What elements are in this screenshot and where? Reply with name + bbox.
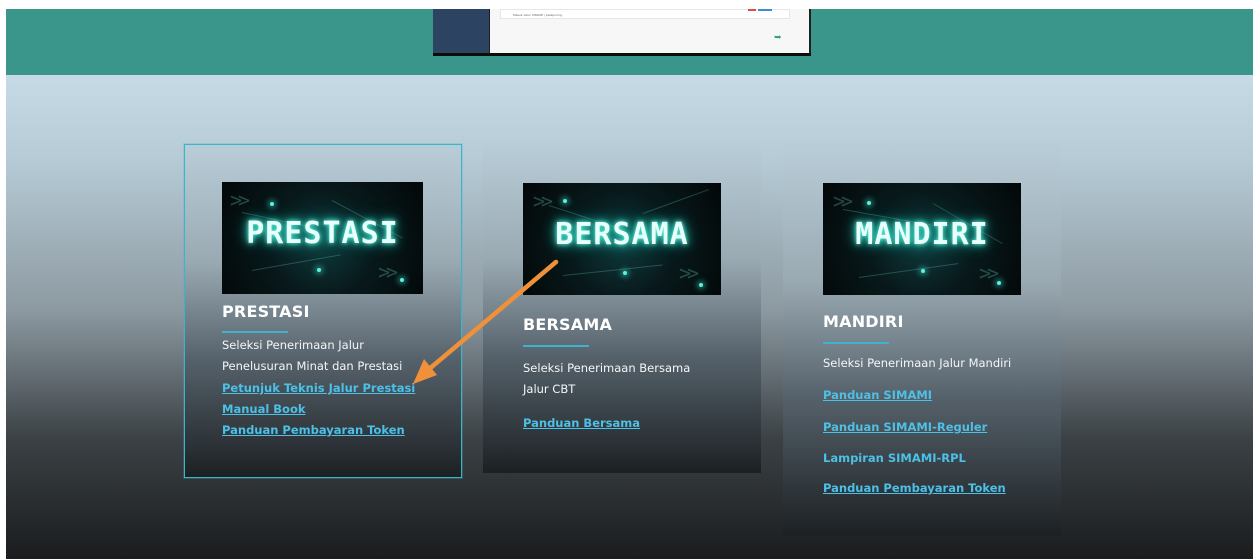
preview-panel: Masuk Akun SIMAMI / pelaporing: [500, 9, 790, 19]
link-panduan-pembayaran-token[interactable]: Panduan Pembayaran Token: [823, 481, 1006, 495]
preview-red-button: [748, 9, 756, 11]
description-line: Seleksi Penerimaan Jalur Mandiri: [823, 356, 1012, 370]
chevron-icon: >>: [679, 261, 699, 285]
chevron-icon: >>: [979, 261, 999, 285]
chevron-icon: >>: [533, 189, 553, 213]
card-bersama: >> >> BERSAMA BERSAMA Seleksi Penerimaan…: [483, 143, 761, 473]
card-description: Seleksi Penerimaan Jalur Penelusuran Min…: [222, 335, 402, 377]
bersama-banner-text: BERSAMA: [555, 217, 689, 252]
card-title: MANDIRI: [823, 312, 904, 331]
card-title: PRESTASI: [222, 302, 310, 321]
link-panduan-pembayaran-token[interactable]: Panduan Pembayaran Token: [222, 423, 405, 437]
preview-content: Masuk Akun SIMAMI / pelaporing ➥: [490, 9, 809, 53]
preview-blue-button: [758, 9, 772, 11]
chevron-icon: >>: [378, 260, 398, 284]
prestasi-banner-text: PRESTASI: [246, 216, 399, 251]
header-band: Masuk Akun SIMAMI / pelaporing ➥: [6, 9, 1253, 75]
preview-caption: Masuk Akun SIMAMI / pelaporing: [513, 13, 562, 17]
prestasi-banner-image: >> >> PRESTASI: [222, 182, 423, 294]
lampiran-simami-rpl[interactable]: Lampiran SIMAMI-RPL: [823, 451, 966, 465]
link-panduan-bersama[interactable]: Panduan Bersama: [523, 416, 640, 430]
preview-logo-icon: ➥: [774, 33, 782, 43]
card-mandiri: >> >> MANDIRI MANDIRI Seleksi Penerimaan…: [783, 143, 1061, 536]
bersama-banner-image: >> >> BERSAMA: [523, 183, 721, 295]
card-title: BERSAMA: [523, 315, 613, 334]
link-manual-book[interactable]: Manual Book: [222, 402, 306, 416]
link-panduan-simami-reguler[interactable]: Panduan SIMAMI-Reguler: [823, 420, 987, 434]
title-divider: [222, 331, 288, 333]
description-line: Penelusuran Minat dan Prestasi: [222, 359, 403, 373]
chevron-icon: >>: [230, 188, 250, 212]
link-petunjuk-teknis-prestasi[interactable]: Petunjuk Teknis Jalur Prestasi: [222, 381, 415, 395]
card-prestasi: >> >> PRESTASI PRESTASI Seleksi Penerima…: [184, 144, 462, 478]
description-line: Jalur CBT: [523, 382, 576, 396]
title-divider: [523, 345, 589, 347]
page-background: Masuk Akun SIMAMI / pelaporing ➥ >> >> P…: [6, 9, 1253, 559]
title-divider: [823, 342, 889, 344]
header-preview-screenshot: Masuk Akun SIMAMI / pelaporing ➥: [433, 9, 811, 56]
description-line: Seleksi Penerimaan Jalur: [222, 338, 364, 352]
preview-taskbar: [433, 53, 811, 56]
mandiri-banner-image: >> >> MANDIRI: [823, 183, 1021, 295]
description-line: Seleksi Penerimaan Bersama: [523, 361, 691, 375]
link-panduan-simami[interactable]: Panduan SIMAMI: [823, 388, 932, 402]
preview-sidebar: [433, 9, 489, 53]
card-description: Seleksi Penerimaan Bersama Jalur CBT: [523, 358, 690, 400]
mandiri-banner-text: MANDIRI: [855, 217, 989, 252]
card-description: Seleksi Penerimaan Jalur Mandiri: [823, 353, 1011, 374]
